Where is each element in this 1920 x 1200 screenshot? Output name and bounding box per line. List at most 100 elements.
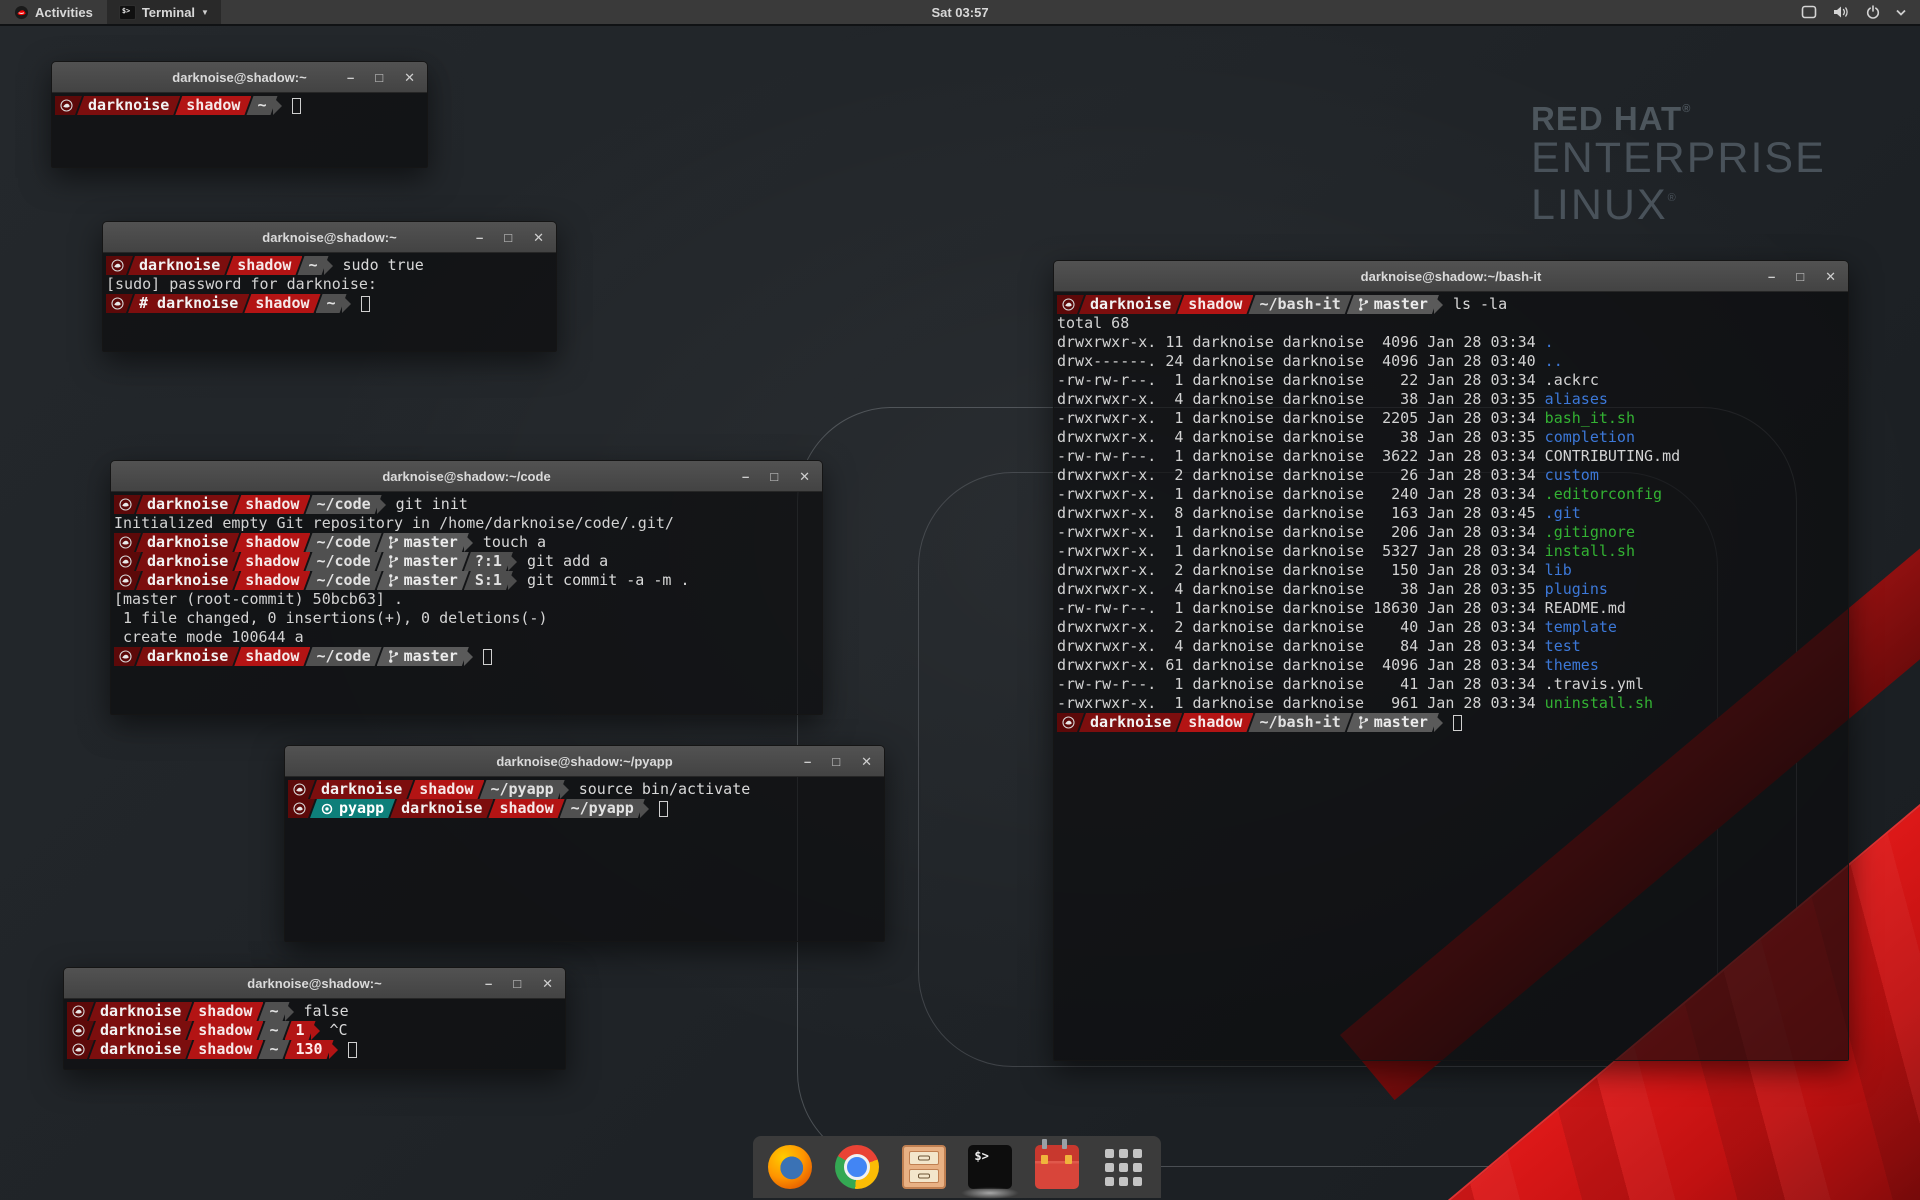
maximize-button[interactable]: □ [1796,261,1804,292]
clock[interactable]: Sat 03:57 [0,5,1920,20]
titlebar[interactable]: darknoise@shadow:~ – □ ✕ [64,968,565,999]
terminal-row: darknoiseshadow~/codegit init [114,495,822,514]
titlebar[interactable]: darknoise@shadow:~/code – □ ✕ [111,461,822,492]
prompt-segment-path: ~ [258,1040,289,1059]
terminal-content[interactable]: darknoiseshadow~/pyappsource bin/activat… [285,777,884,941]
close-button[interactable]: ✕ [533,222,544,253]
prompt-segment-hat [1057,713,1084,732]
titlebar[interactable]: darknoise@shadow:~/bash-it – □ ✕ [1054,261,1848,292]
terminal-row: darknoiseshadow~false [67,1002,565,1021]
minimize-button[interactable]: – [347,62,354,93]
terminal-window-code[interactable]: darknoise@shadow:~/code – □ ✕ darknoises… [110,460,823,715]
drawer-top [909,1151,939,1165]
prompt-segment-host: shadow [488,799,564,818]
window-title: darknoise@shadow:~/pyapp [285,754,884,769]
prompt-segment-git: master [377,552,469,571]
close-button[interactable]: ✕ [861,746,872,777]
terminal-window-pyapp[interactable]: darknoise@shadow:~/pyapp – □ ✕ darknoise… [284,745,885,942]
terminal-content[interactable]: darknoiseshadow~false darknoiseshadow~1^… [64,999,565,1069]
titlebar[interactable]: darknoise@shadow:~ – □ ✕ [52,62,427,93]
terminal-window-home-1[interactable]: darknoise@shadow:~ – □ ✕ darknoiseshadow… [51,61,428,168]
prompt-segment-host: shadow [234,495,310,514]
terminal-content[interactable]: darknoiseshadow~sudo true[sudo] password… [103,253,556,351]
close-button[interactable]: ✕ [799,461,810,492]
minimize-button[interactable]: – [1768,261,1775,292]
terminal-content[interactable]: darknoiseshadow~ [52,93,427,167]
minimize-button[interactable]: – [742,461,749,492]
terminal-row: Initialized empty Git repository in /hom… [114,514,822,533]
maximize-button[interactable]: □ [504,222,512,253]
prompt-segment-user: darknoise [128,256,231,275]
file-name: README.md [1545,599,1626,617]
terminal-row: # darknoiseshadow~ [106,294,556,313]
prompt-segment-path: ~/code [305,495,381,514]
minimize-button[interactable]: – [485,968,492,999]
dock-firefox-button[interactable] [767,1144,813,1190]
redhat-icon [111,259,124,272]
maximize-button[interactable]: □ [513,968,521,999]
maximize-button[interactable]: □ [770,461,778,492]
toolbox-icon [1035,1145,1079,1189]
terminal-window-home-2[interactable]: darknoise@shadow:~ – □ ✕ darknoiseshadow… [63,967,566,1070]
file-name: completion [1545,428,1635,446]
terminal-content[interactable]: darknoiseshadow~/codegit initInitialized… [111,492,822,714]
redhat-icon [119,555,132,568]
volume-icon[interactable] [1833,5,1850,19]
titlebar[interactable]: darknoise@shadow:~ – □ ✕ [103,222,556,253]
file-name: template [1545,618,1617,636]
chrome-icon [835,1145,879,1189]
redhat-icon [293,783,306,796]
maximize-button[interactable]: □ [832,746,840,777]
prompt-segment-host: shadow [408,780,484,799]
window-title: darknoise@shadow:~/bash-it [1054,269,1848,284]
terminal-window-bash-it[interactable]: darknoise@shadow:~/bash-it – □ ✕ darknoi… [1053,260,1849,1061]
file-name: CONTRIBUTING.md [1545,447,1680,465]
minimize-button[interactable]: – [804,746,811,777]
command-text: git init [396,495,468,514]
terminal-row: 1 file changed, 0 insertions(+), 0 delet… [114,609,822,628]
prompt-segment-hat [67,1002,94,1021]
terminal-row: darknoiseshadow~/bash-it masterls -la [1057,295,1848,314]
maximize-button[interactable]: □ [375,62,383,93]
redhat-icon [60,99,73,112]
prompt-segment-hat [114,533,141,552]
terminal-row: darknoiseshadow~sudo true [106,256,556,275]
command-text: sudo true [343,256,424,275]
terminal-row: create mode 100644 a [114,628,822,647]
terminal-row: darknoiseshadow~/bash-it master [1057,713,1848,732]
display-icon[interactable] [1801,5,1817,19]
chevron-down-icon[interactable] [1896,9,1906,16]
git-branch-icon [388,535,399,550]
terminal-cursor [1453,715,1462,731]
dock-files-button[interactable] [901,1144,947,1190]
titlebar[interactable]: darknoise@shadow:~/pyapp – □ ✕ [285,746,884,777]
prompt-segment-path: ~/code [305,533,381,552]
dock-chrome-button[interactable] [834,1144,880,1190]
app-menu-label: Terminal [142,5,195,20]
terminal-cursor [483,649,492,665]
top-bar: Activities $> Terminal ▼ Sat 03:57 [0,0,1920,26]
minimize-button[interactable]: – [476,222,483,253]
prompt-segment-host: shadow [187,1021,263,1040]
close-button[interactable]: ✕ [542,968,553,999]
power-icon[interactable] [1866,5,1880,19]
close-button[interactable]: ✕ [404,62,415,93]
dock-terminal-button[interactable]: $> [967,1144,1013,1190]
prompt-segment-host: shadow [234,552,310,571]
terminal-window-sudo[interactable]: darknoise@shadow:~ – □ ✕ darknoiseshadow… [102,221,557,352]
prompt-segment-user: darknoise [89,1021,192,1040]
file-name: uninstall.sh [1545,694,1653,712]
prompt-segment-git: master [377,533,469,552]
terminal-row: -rwxrwxr-x. 1 darknoise darknoise 240 Ja… [1057,485,1848,504]
prompt-segment-hat [67,1021,94,1040]
close-button[interactable]: ✕ [1825,261,1836,292]
app-menu-terminal[interactable]: $> Terminal ▼ [107,0,221,24]
terminal-cursor [659,801,668,817]
activities-button[interactable]: Activities [0,0,107,24]
terminal-row: drwxrwxr-x. 61 darknoise darknoise 4096 … [1057,656,1848,675]
dock-app-grid-button[interactable] [1101,1144,1147,1190]
dock-toolbox-button[interactable] [1034,1144,1080,1190]
terminal-icon: $> [968,1145,1012,1189]
terminal-content[interactable]: darknoiseshadow~/bash-it masterls -latot… [1054,292,1848,1060]
file-name: .git [1545,504,1581,522]
